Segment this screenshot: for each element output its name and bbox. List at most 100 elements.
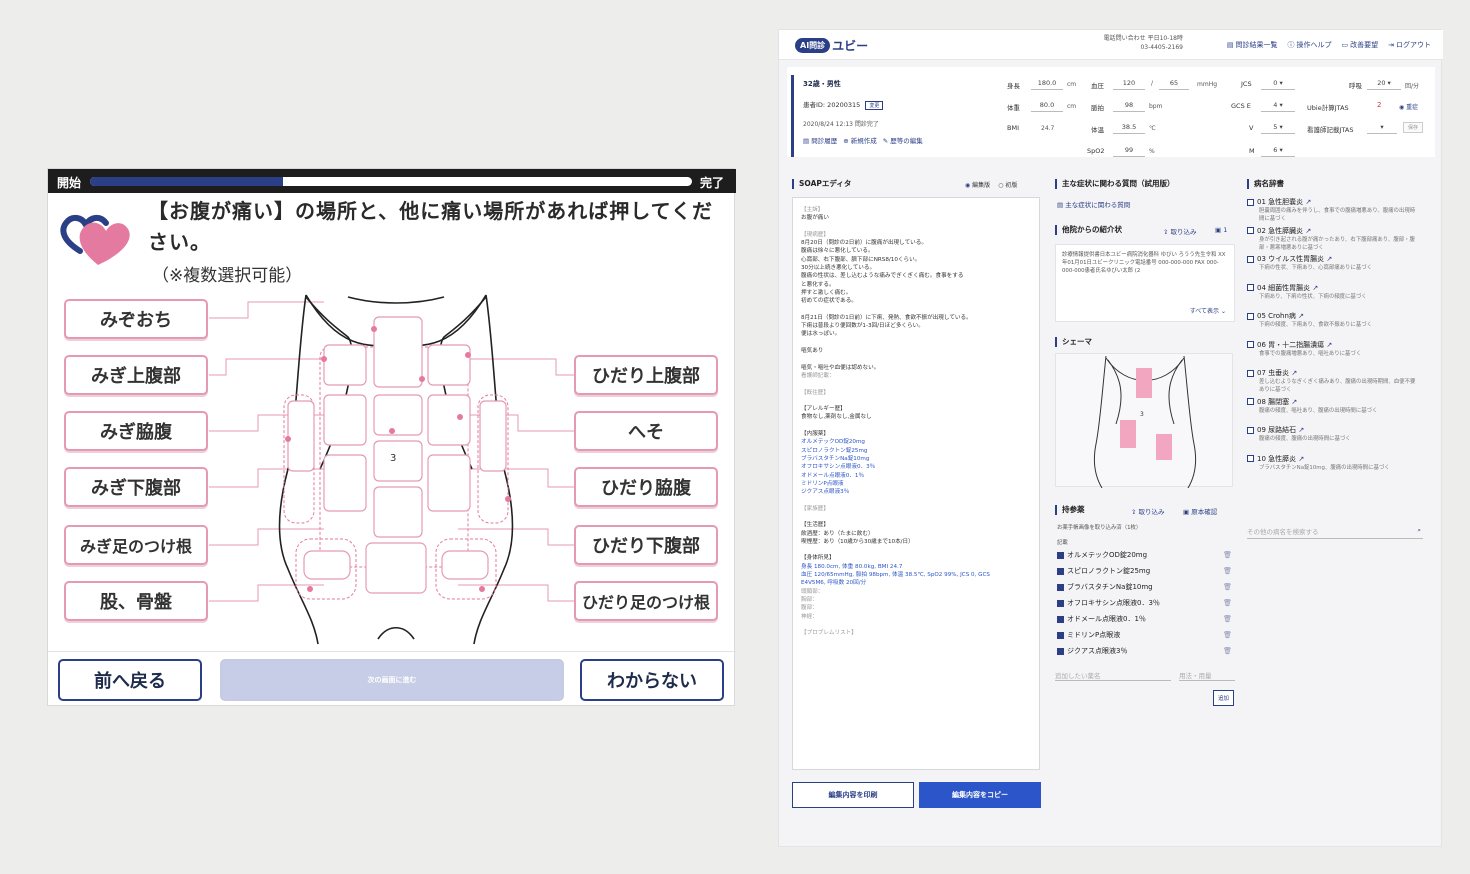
nav-logout[interactable]: ⇥ ログアウト bbox=[1388, 40, 1431, 50]
patient-id-change-tag[interactable]: 変更 bbox=[865, 101, 884, 110]
region-button-left-5[interactable]: 股、骨盤 bbox=[64, 581, 208, 621]
region-button-left-1[interactable]: みぎ上腹部 bbox=[64, 355, 208, 395]
trash-icon[interactable]: 🗑 bbox=[1223, 647, 1232, 655]
logo-badge: AI問診 bbox=[795, 38, 831, 53]
jcs-label: JCS bbox=[1241, 80, 1252, 88]
med-checkbox[interactable] bbox=[1057, 615, 1064, 623]
referral-text: 診療情報提供書日本ユビー病院消化器科 ゆびい ろうう先生令和 XX年01月01日… bbox=[1062, 252, 1226, 274]
bp-diastolic-input[interactable]: 65 bbox=[1159, 79, 1189, 90]
gcs-e-select[interactable]: 4 ▾ bbox=[1261, 101, 1295, 112]
soap-line: ジクアス点眼液3％ bbox=[801, 489, 850, 496]
med-checkbox[interactable] bbox=[1057, 631, 1064, 639]
questions-link[interactable]: ▤ 主な症状に関わる質問 bbox=[1057, 199, 1130, 209]
trash-icon[interactable]: 🗑 bbox=[1223, 551, 1232, 559]
med-checkbox[interactable] bbox=[1057, 583, 1064, 591]
add-med-dose-input[interactable]: 用法・用量 bbox=[1179, 670, 1235, 681]
temp-label: 体温 bbox=[1091, 126, 1104, 134]
med-row: ミドリンP点眼液 🗑 bbox=[1057, 630, 1232, 640]
resp-select[interactable]: 20 ▾ bbox=[1367, 79, 1401, 90]
region-button-right-2[interactable]: ひだり脇腹 bbox=[574, 467, 718, 507]
temp-input[interactable]: 38.5 bbox=[1113, 123, 1145, 134]
trash-icon[interactable]: 🗑 bbox=[1223, 583, 1232, 591]
pulse-input[interactable]: 98 bbox=[1113, 101, 1145, 112]
soap-mode-edit[interactable]: ◉ 編集版 bbox=[965, 180, 990, 189]
external-link-icon[interactable]: ↗ bbox=[1298, 455, 1304, 463]
doctor-dashboard: AI問診 ユビー 電話問い合わせ 平日10-18時 03-4405-2169 ▤… bbox=[778, 29, 1443, 847]
unknown-button[interactable]: わからない bbox=[580, 659, 724, 701]
disease-checkbox[interactable] bbox=[1247, 255, 1254, 263]
jcs-select[interactable]: 0 ▾ bbox=[1261, 79, 1295, 90]
weight-input[interactable]: 80.0 bbox=[1031, 101, 1063, 112]
disease-checkbox[interactable] bbox=[1247, 455, 1254, 462]
weight-label: 体重 bbox=[1007, 104, 1020, 112]
external-link-icon[interactable]: ↗ bbox=[1312, 284, 1318, 292]
referral-photo-count[interactable]: ▣ 1 bbox=[1215, 226, 1227, 234]
gcs-v-select[interactable]: 5 ▾ bbox=[1261, 123, 1295, 134]
external-link-icon[interactable]: ↗ bbox=[1326, 255, 1332, 263]
region-button-left-2[interactable]: みぎ脇腹 bbox=[64, 411, 208, 451]
disease-search-input[interactable]: その他の病名を検索する ⌕ bbox=[1247, 526, 1423, 539]
external-link-icon[interactable]: ↗ bbox=[1298, 312, 1304, 320]
external-link-icon[interactable]: ↗ bbox=[1298, 426, 1304, 434]
nurse-jtas-select[interactable]: ▾ bbox=[1367, 123, 1397, 134]
back-button[interactable]: 前へ戻る bbox=[58, 659, 202, 701]
region-button-left-4[interactable]: みぎ足のつけ根 bbox=[64, 525, 208, 565]
nav-results-list[interactable]: ▤ 問診結果一覧 bbox=[1227, 40, 1278, 50]
region-button-right-3[interactable]: ひだり下腹部 bbox=[574, 525, 718, 565]
new-link[interactable]: ⊕ 新規作成 bbox=[843, 135, 877, 145]
external-link-icon[interactable]: ↗ bbox=[1291, 369, 1297, 377]
meds-import-button[interactable]: ⇪ 取り込み bbox=[1131, 506, 1165, 516]
nav-help[interactable]: ⓘ 操作ヘルプ bbox=[1288, 40, 1332, 50]
soap-editor-textarea[interactable]: 【主訴】 お腹が痛い 【現病歴】 8月20日（問診の2日前）に腹痛が出現している。 腹痛… bbox=[792, 197, 1040, 770]
nurse-jtas-save-button[interactable]: 保存 bbox=[1403, 122, 1424, 133]
external-link-icon[interactable]: ↗ bbox=[1305, 198, 1311, 206]
patient-info-panel: 32歳・男性 患者ID: 20200315 変更 2020/8/24 12:13… bbox=[787, 67, 1435, 157]
disease-checkbox[interactable] bbox=[1247, 312, 1254, 320]
region-button-right-1[interactable]: へそ bbox=[574, 411, 718, 451]
add-med-name-input[interactable]: 追加したい薬名 bbox=[1055, 670, 1171, 681]
med-checkbox[interactable] bbox=[1057, 567, 1064, 575]
disease-checkbox[interactable] bbox=[1247, 198, 1254, 206]
spo2-input[interactable]: 99 bbox=[1113, 146, 1145, 157]
med-name: オフロキサシン点眼液0．3％ bbox=[1067, 599, 1160, 607]
soap-line: 喫煙歴：あり（10歳から30歳まで10本/日） bbox=[801, 538, 914, 545]
nav-feedback[interactable]: ▭ 改善要望 bbox=[1342, 40, 1379, 50]
disease-checkbox[interactable] bbox=[1247, 284, 1254, 291]
add-med-button[interactable]: 追加 bbox=[1213, 690, 1235, 706]
external-link-icon[interactable]: ↗ bbox=[1291, 398, 1297, 406]
meds-photo-button[interactable]: ▣ 原本確認 bbox=[1183, 506, 1217, 516]
med-checkbox[interactable] bbox=[1057, 647, 1064, 655]
med-checkbox[interactable] bbox=[1057, 599, 1064, 607]
region-button-left-0[interactable]: みぞおち bbox=[64, 299, 208, 339]
external-link-icon[interactable]: ↗ bbox=[1305, 227, 1311, 235]
edit-link[interactable]: ✎ 歴等の編集 bbox=[883, 135, 923, 145]
history-link[interactable]: ▤ 問診履歴 bbox=[803, 135, 837, 145]
disease-checkbox[interactable] bbox=[1247, 398, 1254, 405]
soap-mode-initial[interactable]: ○ 初版 bbox=[998, 180, 1017, 189]
disease-checkbox[interactable] bbox=[1247, 341, 1254, 348]
print-edit-button[interactable]: 編集内容を印刷 bbox=[792, 782, 914, 808]
trash-icon[interactable]: 🗑 bbox=[1223, 599, 1232, 607]
trash-icon[interactable]: 🗑 bbox=[1223, 631, 1232, 639]
disease-checkbox[interactable] bbox=[1247, 227, 1254, 234]
copy-edit-button[interactable]: 編集内容をコピー bbox=[919, 782, 1041, 808]
soap-line bbox=[801, 546, 1031, 554]
med-checkbox[interactable] bbox=[1057, 551, 1064, 559]
disease-checkbox[interactable] bbox=[1247, 426, 1254, 434]
trash-icon[interactable]: 🗑 bbox=[1223, 615, 1232, 623]
referral-import-button[interactable]: ⇪ 取り込み bbox=[1163, 226, 1197, 236]
region-button-right-0[interactable]: ひだり上腹部 bbox=[574, 355, 718, 395]
gcs-m-select[interactable]: 6 ▾ bbox=[1261, 146, 1295, 157]
external-link-icon[interactable]: ↗ bbox=[1326, 341, 1332, 349]
height-input[interactable]: 180.0 bbox=[1031, 79, 1063, 90]
next-button[interactable]: 次の画面に進む bbox=[220, 659, 564, 701]
soap-line bbox=[801, 380, 1031, 388]
region-button-right-4[interactable]: ひだり足のつけ根 bbox=[574, 581, 718, 621]
disease-checkbox[interactable] bbox=[1247, 369, 1254, 377]
bp-systolic-input[interactable]: 120 bbox=[1113, 79, 1145, 90]
trash-icon[interactable]: 🗑 bbox=[1223, 567, 1232, 575]
schema-diagram[interactable]: 3 bbox=[1055, 353, 1233, 489]
referral-show-all[interactable]: すべて表示 ⌄ bbox=[1190, 308, 1226, 316]
med-name: スピロノラクトン錠25mg bbox=[1067, 567, 1151, 575]
region-button-left-3[interactable]: みぎ下腹部 bbox=[64, 467, 208, 507]
